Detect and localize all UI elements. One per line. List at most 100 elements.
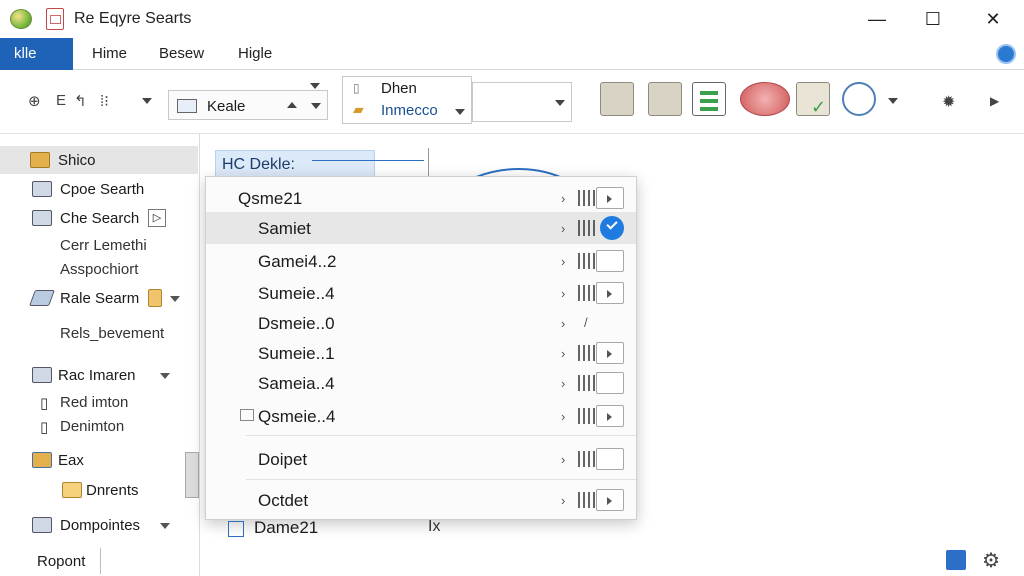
menu-item[interactable]: Qsmeie..4 › [206, 400, 636, 432]
sidebar-item-rale-search[interactable]: Rale Searm [0, 284, 198, 312]
chevron-right-icon: › [561, 376, 566, 391]
view-icon[interactable] [946, 550, 966, 570]
sidebar-item-label[interactable]: Cerr Lemethi [60, 237, 147, 254]
content-header-label: HC Dekle: [222, 156, 295, 173]
chevron-down-icon[interactable] [310, 83, 320, 89]
menu-item-checkbox[interactable] [596, 282, 624, 304]
grid-icon [578, 408, 596, 424]
style-combo[interactable]: Keale [168, 90, 328, 120]
menu-item[interactable]: Octdet › [206, 484, 636, 516]
ribbon-tabs: klle Hime Besew Higle [0, 38, 1024, 70]
sidebar-item-dompointes[interactable]: Dompointes [0, 511, 198, 539]
menu-item-checkbox[interactable] [596, 405, 624, 427]
folder-icon [148, 289, 162, 307]
status-divider [100, 548, 101, 574]
folder-icon [32, 452, 52, 468]
search-zoom-icon[interactable] [842, 82, 876, 116]
menu-item[interactable]: Doipet › [206, 443, 636, 475]
menu-item-checkbox[interactable] [596, 372, 624, 394]
sidebar-item-label[interactable]: Asspochiort [60, 261, 138, 278]
insert-combo[interactable]: ▯ Dhen ▰ Inmecco [342, 76, 472, 124]
list-icon [32, 210, 52, 226]
tab-browse[interactable]: Besew [145, 38, 218, 70]
folder-icon [30, 152, 50, 168]
grid-icon [578, 451, 596, 467]
menu-item[interactable]: Dsmeie..0 › / [206, 307, 636, 339]
style-combo-label: Keale [207, 98, 246, 115]
globe-icon[interactable]: ⊕ [28, 92, 41, 110]
dots-icon[interactable]: ⁞⁝ [100, 92, 109, 110]
sidebar-item-label[interactable]: Rels_bevement [60, 325, 164, 342]
menu-item-checkbox[interactable] [596, 342, 624, 364]
chevron-down-icon[interactable] [142, 98, 152, 104]
tab-home[interactable]: Hime [78, 38, 141, 70]
insert-combo-top: Dhen [381, 80, 417, 97]
chevron-right-icon: › [561, 221, 566, 236]
splitter-handle[interactable] [185, 452, 199, 498]
checklist-icon[interactable] [692, 82, 726, 116]
list-icon [32, 181, 52, 197]
menu-item-label: Dsmeie..0 [258, 314, 335, 333]
tab-file[interactable]: klle [0, 38, 73, 70]
sidebar-item-label[interactable]: Denimton [60, 418, 124, 435]
sidebar-item-rac-imaren[interactable]: Rac Imaren [0, 361, 198, 389]
menu-item[interactable]: Gamei4..2 › [206, 245, 636, 277]
minimize-button[interactable]: — [862, 6, 892, 32]
approve-icon[interactable]: ✓ [796, 82, 830, 117]
check-circle-icon[interactable] [600, 216, 624, 240]
menu-item[interactable]: Samiet › [206, 212, 636, 244]
sidebar-item-label: Dnrents [86, 481, 139, 499]
document-icon: ▯ [40, 419, 49, 436]
grid-icon [578, 220, 596, 236]
chevron-down-icon[interactable] [160, 523, 170, 529]
network-icon[interactable] [740, 82, 790, 116]
sidebar-item-label: Dompointes [60, 516, 141, 534]
value-dropdown[interactable] [472, 82, 572, 122]
undo-icon[interactable]: ↰ [74, 92, 87, 110]
chevron-right-icon: › [561, 254, 566, 269]
help-icon[interactable] [996, 44, 1016, 64]
chevron-right-icon[interactable]: ▶ [990, 94, 999, 108]
sidebar-item-che-search[interactable]: Che Search ▷ [0, 204, 198, 232]
image-export-icon[interactable] [648, 82, 682, 116]
gear-icon[interactable]: ⚙ [982, 548, 1000, 573]
maximize-button[interactable]: ☐ [918, 6, 948, 32]
menu-item[interactable]: Sameia..4 › [206, 367, 636, 399]
chevron-down-icon[interactable] [160, 373, 170, 379]
menu-item[interactable]: Sumeie..1 › [206, 337, 636, 369]
sidebar-item-label[interactable]: Red imton [60, 394, 128, 411]
menu-item-checkbox[interactable] [596, 489, 624, 511]
menu-item-checkbox[interactable] [596, 187, 624, 209]
menu-item[interactable]: Qsme21 › [206, 182, 636, 214]
sidebar-item-shico[interactable]: Shico [0, 146, 198, 174]
sidebar-item-label: Cpoe Searth [60, 180, 145, 198]
spin-up-icon[interactable] [287, 102, 297, 108]
menu-item-label: Samiet [258, 219, 311, 238]
header-underline [312, 160, 424, 161]
chevron-down-icon[interactable] [170, 296, 180, 302]
chevron-down-icon[interactable] [555, 100, 565, 106]
image-edit-icon[interactable] [600, 82, 634, 116]
menu-item-checkbox[interactable] [596, 250, 624, 272]
sidebar-item-dnrents[interactable]: Dnrents [0, 476, 198, 504]
content-row-label[interactable]: Dame21 [254, 518, 318, 538]
sidebar-item-label: Rale Searm [60, 289, 140, 307]
document-icon [46, 8, 64, 30]
sidebar-item-copy-search[interactable]: Cpoe Searth [0, 175, 198, 203]
close-button[interactable]: ✕ [978, 6, 1008, 32]
settings-icon[interactable]: ✹ [942, 92, 955, 112]
expand-icon[interactable]: ▷ [148, 209, 166, 227]
spin-down-icon[interactable] [311, 103, 321, 109]
chevron-down-icon[interactable] [888, 98, 898, 104]
app-window: Re Eqyre Searts — ☐ ✕ klle Hime Besew Hi… [0, 0, 1024, 576]
list-icon [32, 517, 52, 533]
tab-help[interactable]: Higle [224, 38, 286, 70]
status-report[interactable]: Ropont [37, 553, 85, 570]
menu-item-checkbox[interactable] [596, 448, 624, 470]
sidebar-item-eax[interactable]: Eax [0, 446, 198, 474]
chevron-right-icon: › [561, 452, 566, 467]
edit-icon[interactable]: E [56, 92, 66, 109]
folder-icon [62, 482, 82, 498]
menu-item[interactable]: Sumeie..4 › [206, 277, 636, 309]
chevron-down-icon[interactable] [455, 109, 465, 115]
